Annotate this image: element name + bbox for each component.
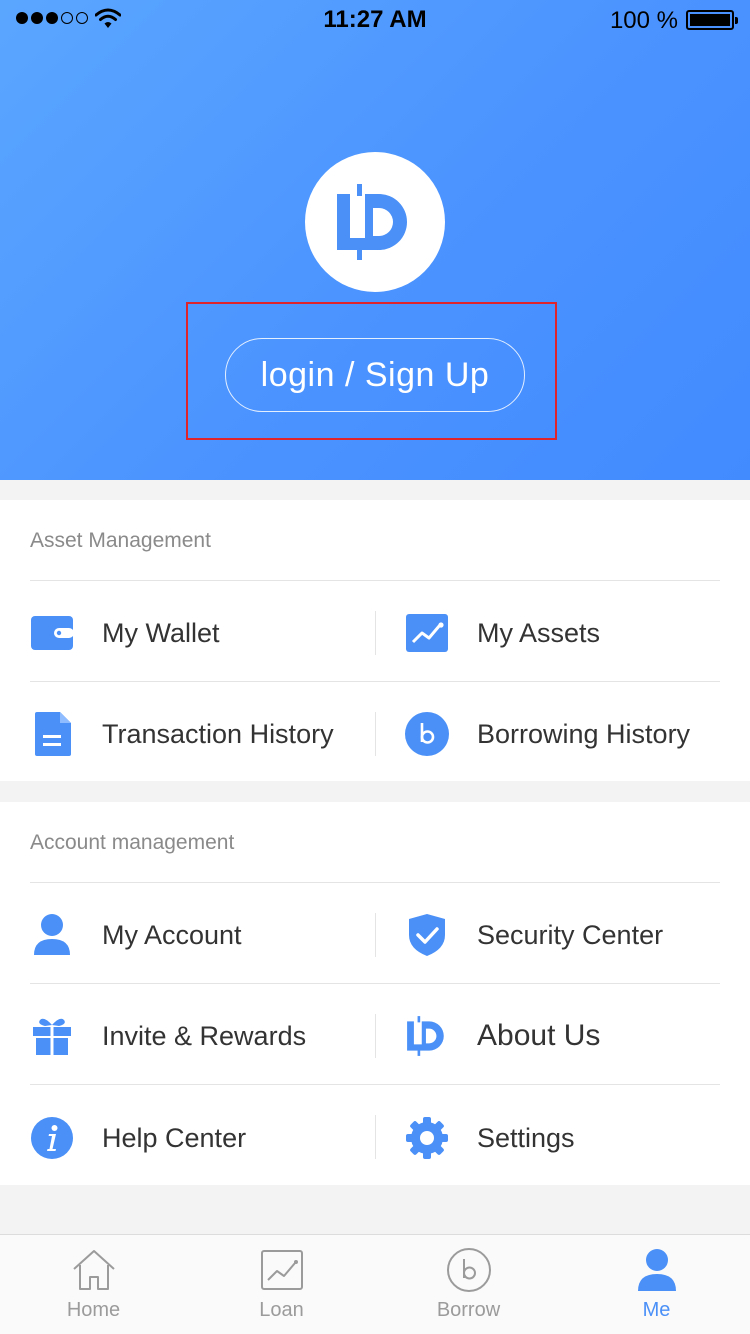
divider — [30, 1084, 720, 1085]
menu-item-my-account[interactable]: My Account — [30, 885, 242, 985]
menu-item-label: About Us — [477, 1019, 601, 1052]
lb-logo-icon — [405, 1014, 449, 1058]
tab-me[interactable]: Me — [563, 1235, 750, 1334]
divider — [375, 712, 376, 756]
menu-item-borrowing-history[interactable]: Borrowing History — [405, 684, 690, 784]
tab-label: Home — [66, 1299, 121, 1321]
divider — [375, 913, 376, 957]
menu-item-label: Settings — [477, 1122, 575, 1153]
tab-label: Me — [642, 1299, 671, 1321]
tab-loan[interactable]: Loan — [188, 1235, 375, 1334]
battery-percentage: 100 % — [609, 7, 678, 34]
section-title: Asset Management — [30, 529, 211, 552]
menu-item-my-wallet[interactable]: My Wallet — [30, 583, 220, 683]
menu-item-label: Invite & Rewards — [102, 1020, 307, 1051]
b-circle-icon — [405, 712, 449, 756]
menu-item-label: Security Center — [477, 919, 664, 950]
divider — [30, 983, 720, 984]
user-icon — [637, 1249, 676, 1291]
menu-item-about-us[interactable]: About Us — [405, 986, 600, 1086]
menu-item-label: Help Center — [102, 1122, 247, 1153]
wallet-icon — [30, 611, 74, 655]
profile-header: 11:27 AM 100 % login / Sign Up — [0, 0, 750, 480]
menu-item-transaction-history[interactable]: Transaction History — [30, 684, 334, 784]
menu-item-my-assets[interactable]: My Assets — [405, 583, 600, 683]
login-signup-button[interactable]: login / Sign Up — [225, 338, 525, 412]
divider — [375, 611, 376, 655]
shield-icon — [405, 913, 449, 957]
app-logo — [305, 152, 445, 292]
home-icon — [72, 1250, 115, 1290]
tab-label: Loan — [259, 1299, 304, 1321]
b-circle-icon — [446, 1248, 491, 1292]
divider — [30, 882, 720, 883]
section-title: Account management — [30, 831, 235, 854]
bottom-tab-bar: Home Loan Borrow Me — [0, 1234, 750, 1334]
divider — [30, 580, 720, 581]
tab-borrow[interactable]: Borrow — [375, 1235, 562, 1334]
menu-item-label: Transaction History — [102, 718, 334, 749]
menu-item-label: Borrowing History — [477, 718, 691, 749]
tab-home[interactable]: Home — [0, 1235, 187, 1334]
document-icon — [30, 712, 74, 756]
menu-item-settings[interactable]: Settings — [405, 1088, 575, 1188]
tab-label: Borrow — [436, 1299, 501, 1321]
divider — [375, 1014, 376, 1058]
menu-item-label: My Wallet — [102, 617, 220, 648]
gear-icon — [405, 1116, 449, 1160]
menu-item-label: My Assets — [477, 617, 601, 648]
user-icon — [30, 913, 74, 957]
info-icon — [30, 1116, 74, 1160]
chart-icon — [405, 611, 449, 655]
gift-icon — [30, 1014, 74, 1058]
me-screen: 11:27 AM 100 % login / Sign Up Asset Man… — [0, 0, 750, 1334]
status-bar: 11:27 AM 100 % — [0, 0, 750, 40]
chart-icon — [260, 1250, 303, 1290]
menu-item-security-center[interactable]: Security Center — [405, 885, 663, 985]
divider — [30, 681, 720, 682]
battery-icon — [686, 10, 738, 30]
lb-coin-logo-icon — [337, 184, 407, 260]
menu-item-help-center[interactable]: Help Center — [30, 1088, 246, 1188]
divider — [375, 1115, 376, 1159]
asset-management-section: Asset Management My Wallet My Assets Tra… — [0, 500, 750, 781]
menu-item-label: My Account — [102, 919, 242, 950]
menu-item-invite-rewards[interactable]: Invite & Rewards — [30, 986, 306, 1086]
account-management-section: Account management My Account Security C… — [0, 802, 750, 1185]
